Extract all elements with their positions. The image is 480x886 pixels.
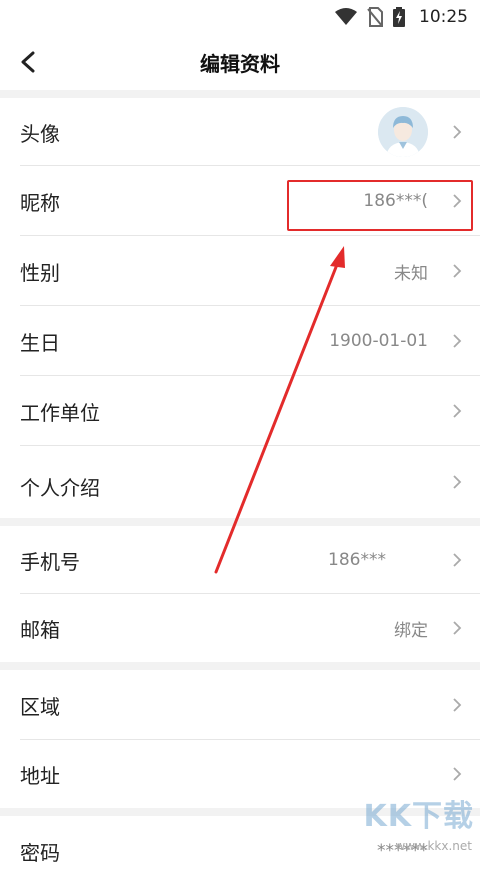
chevron-right-icon	[453, 404, 462, 418]
row-label: 头像	[20, 121, 60, 146]
page-title: 编辑资料	[200, 52, 280, 76]
phone-value: 186***	[328, 550, 386, 570]
watermark-logo: KK下载	[363, 799, 474, 834]
row-email[interactable]: 邮箱 绑定	[0, 594, 480, 662]
battery-charging-icon	[393, 7, 405, 27]
row-label: 地址	[20, 763, 60, 788]
chevron-right-icon	[453, 698, 462, 712]
chevron-right-icon	[453, 334, 462, 348]
status-time: 10:25	[419, 7, 468, 27]
avatar	[378, 107, 428, 157]
row-label: 昵称	[20, 190, 60, 215]
chevron-right-icon	[453, 475, 462, 489]
row-label: 个人介绍	[20, 475, 100, 500]
row-region[interactable]: 区域	[0, 670, 480, 740]
chevron-right-icon	[453, 553, 462, 567]
section-gap	[0, 518, 480, 526]
section-gap	[0, 662, 480, 670]
chevron-right-icon	[453, 767, 462, 781]
row-label: 手机号	[20, 549, 80, 574]
row-gender[interactable]: 性别 未知	[0, 236, 480, 306]
row-label: 性别	[20, 260, 60, 285]
chevron-right-icon	[453, 621, 462, 635]
row-work-unit[interactable]: 工作单位	[0, 376, 480, 446]
row-label: 邮箱	[20, 617, 60, 642]
email-value: 绑定	[394, 620, 428, 641]
chevron-right-icon	[453, 264, 462, 278]
chevron-right-icon	[453, 125, 462, 139]
birthday-value: 1900-01-01	[329, 331, 428, 351]
row-avatar[interactable]: 头像	[0, 98, 480, 166]
no-sim-icon	[367, 7, 383, 27]
section-gap	[0, 90, 480, 98]
row-label: 密码	[20, 840, 60, 865]
annotation-box	[287, 180, 473, 231]
wifi-icon	[335, 8, 357, 25]
row-label: 生日	[20, 330, 60, 355]
default-avatar-icon	[378, 107, 428, 157]
row-intro[interactable]: 个人介绍	[0, 446, 480, 518]
row-label: 区域	[20, 694, 60, 719]
row-phone[interactable]: 手机号 186***	[0, 526, 480, 594]
status-bar: 10:25	[0, 0, 480, 34]
row-birthday[interactable]: 生日 1900-01-01	[0, 306, 480, 376]
top-bar: 编辑资料	[0, 34, 480, 90]
row-label: 工作单位	[20, 400, 100, 425]
watermark-url: www.kkx.net	[395, 839, 472, 853]
gender-value: 未知	[394, 263, 428, 284]
